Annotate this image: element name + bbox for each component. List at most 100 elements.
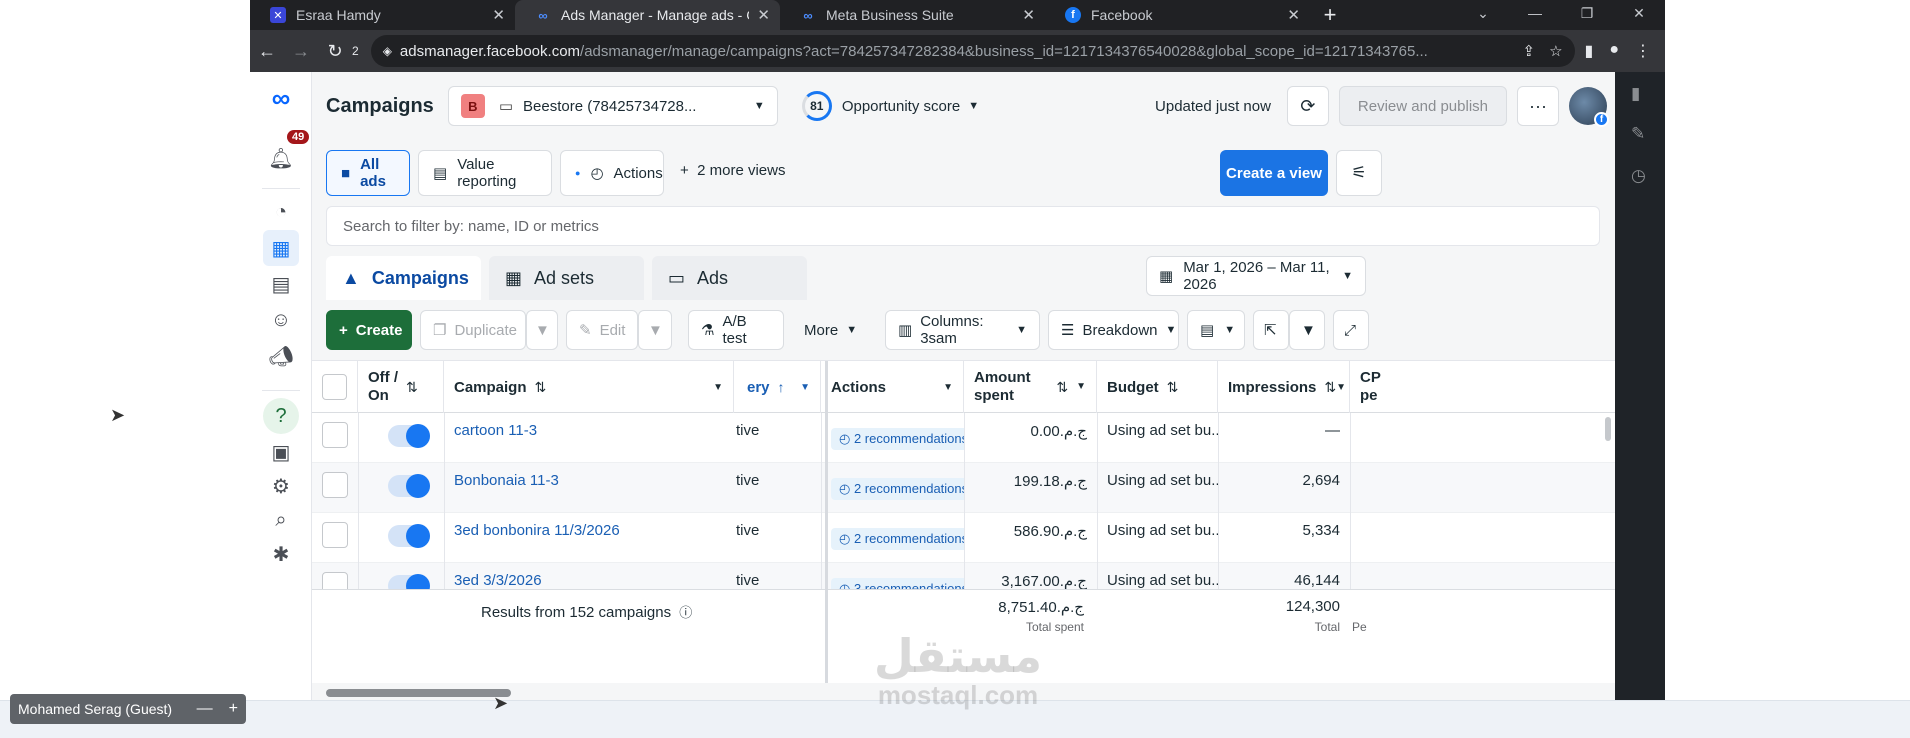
url-input[interactable]: ◈ adsmanager.facebook.com /adsmanager/ma… bbox=[370, 35, 1575, 67]
view-all-ads[interactable]: ■ All ads bbox=[326, 150, 410, 196]
campaign-name-link[interactable]: Bonbonaia 11-3 bbox=[444, 463, 734, 513]
help-icon[interactable]: ? bbox=[263, 398, 299, 434]
forward-icon[interactable]: → bbox=[284, 41, 318, 62]
more-options-button[interactable]: ··· bbox=[1517, 86, 1559, 126]
close-tab-icon[interactable]: ✕ bbox=[1022, 6, 1035, 24]
columns-dropdown[interactable]: ▥ Columns: 3sam ▼ bbox=[885, 310, 1040, 350]
recommendations-badge[interactable]: ◴ 2 recommendations bbox=[831, 428, 964, 450]
close-tab-icon[interactable]: ✕ bbox=[757, 6, 770, 24]
tab-search-icon[interactable]: ⌄ bbox=[1457, 0, 1509, 30]
new-tab-button[interactable]: + bbox=[1310, 0, 1350, 30]
ad-account-selector[interactable]: B ▭ Beestore (78425734728... ▼ bbox=[447, 86, 778, 126]
bug-report-icon[interactable]: ✱ bbox=[263, 536, 299, 572]
plus-icon[interactable]: + bbox=[229, 700, 238, 718]
header-cost-per[interactable]: CP pe bbox=[1350, 361, 1390, 413]
edit-dropdown[interactable]: ▼ bbox=[638, 310, 672, 350]
close-window-icon[interactable]: ✕ bbox=[1613, 0, 1665, 30]
bookmark-star-icon[interactable]: ☆ bbox=[1549, 42, 1562, 60]
restore-icon[interactable]: ❐ bbox=[1561, 0, 1613, 30]
charts-button[interactable]: ⤢ bbox=[1333, 310, 1369, 350]
tab-ads[interactable]: ▭ Ads bbox=[652, 256, 807, 300]
share-icon[interactable]: ⇪ bbox=[1522, 42, 1535, 60]
refresh-button[interactable]: ⟳ bbox=[1286, 86, 1329, 126]
header-off-on[interactable]: Off / On ⇅ bbox=[358, 361, 444, 413]
browser-menu-icon[interactable]: ⋮ bbox=[1635, 41, 1651, 61]
row-checkbox[interactable] bbox=[322, 472, 348, 498]
news-icon[interactable]: ▣ bbox=[263, 434, 299, 470]
export-button[interactable]: ⇱ bbox=[1253, 310, 1289, 350]
profile-icon[interactable]: ● bbox=[1609, 41, 1619, 61]
window-controls: ⌄ — ❐ ✕ bbox=[1457, 0, 1665, 30]
edit-button[interactable]: ✎ Edit bbox=[566, 310, 638, 350]
minimize-icon[interactable]: — bbox=[1509, 0, 1561, 30]
notifications-bell-icon[interactable]: 🔔︎ 49 bbox=[263, 130, 310, 176]
opportunity-score-dropdown[interactable]: 81 Opportunity score ▼ bbox=[801, 91, 979, 121]
meta-logo-icon[interactable]: ∞ bbox=[263, 80, 299, 116]
campaign-name-link[interactable]: 3ed bonbonira 11/3/2026 bbox=[444, 513, 734, 563]
search-filter-input[interactable]: Search to filter by: name, ID or metrics bbox=[326, 206, 1600, 246]
chevron-down-icon: ▼ bbox=[1342, 270, 1353, 282]
mouse-cursor-icon: ➤ bbox=[493, 693, 509, 713]
user-avatar[interactable]: f bbox=[1569, 87, 1609, 127]
browser-tab-ads-manager[interactable]: ∞ Ads Manager - Manage ads - Ca ✕ bbox=[515, 0, 780, 30]
duplicate-button[interactable]: ❐ Duplicate bbox=[420, 310, 526, 350]
date-range-picker[interactable]: ▦ Mar 1, 2026 – Mar 11, 2026 ▼ bbox=[1146, 256, 1366, 296]
browser-tab-esraa[interactable]: ✕ Esraa Hamdy ✕ bbox=[250, 0, 515, 30]
campaign-on-off-toggle[interactable] bbox=[388, 424, 430, 448]
header-budget[interactable]: Budget ⇅ bbox=[1097, 361, 1218, 413]
campaigns-table-icon[interactable]: ▦ bbox=[263, 230, 299, 266]
header-actions[interactable]: Actions ▼ bbox=[821, 361, 964, 413]
row-checkbox[interactable] bbox=[322, 422, 348, 448]
breakdown-dropdown[interactable]: ☰ Breakdown ▼ bbox=[1048, 310, 1179, 350]
campaign-name-link[interactable]: cartoon 11-3 bbox=[444, 413, 734, 463]
header-impressions[interactable]: Impressions ⇅ ▼ bbox=[1218, 361, 1350, 413]
minimize-icon[interactable]: — bbox=[197, 700, 213, 718]
history-clock-icon[interactable]: ◷ bbox=[1631, 166, 1646, 186]
horizontal-scrollbar[interactable] bbox=[326, 689, 511, 697]
campaign-on-off-toggle[interactable] bbox=[388, 474, 430, 498]
duplicate-dropdown[interactable]: ▼ bbox=[526, 310, 558, 350]
reports-dropdown[interactable]: ▤ ▼ bbox=[1187, 310, 1245, 350]
recommendations-badge[interactable]: ◴ 2 recommendations bbox=[831, 478, 964, 500]
pencil-icon[interactable]: ✎ bbox=[1631, 124, 1645, 144]
row-checkbox[interactable] bbox=[322, 522, 348, 548]
info-icon[interactable]: ⓘ bbox=[679, 605, 692, 620]
tab-ad-sets[interactable]: ▦ Ad sets bbox=[489, 256, 644, 300]
side-panel-icon[interactable]: ▮ bbox=[1585, 41, 1594, 61]
advertising-megaphone-icon[interactable]: 📣︎ bbox=[263, 338, 299, 374]
site-info-icon[interactable]: ◈ bbox=[383, 44, 392, 58]
reports-icon[interactable]: ▤ bbox=[263, 266, 299, 302]
more-dropdown[interactable]: More ▼ bbox=[792, 310, 876, 350]
dashboard-gauge-icon[interactable]: ◔ bbox=[263, 194, 299, 230]
search-icon[interactable]: ⌕ bbox=[263, 502, 299, 538]
close-tab-icon[interactable]: ✕ bbox=[1287, 6, 1300, 24]
vertical-scrollbar[interactable] bbox=[1605, 417, 1611, 441]
select-all-checkbox[interactable] bbox=[322, 374, 347, 400]
more-views-button[interactable]: + 2 more views bbox=[680, 162, 785, 179]
settings-gear-icon[interactable]: ⚙ bbox=[263, 468, 299, 504]
export-dropdown[interactable]: ▼ bbox=[1289, 310, 1325, 350]
recommendations-label: 2 recommendations bbox=[853, 531, 964, 546]
bar-chart-icon[interactable]: ▮ bbox=[1631, 84, 1640, 104]
back-icon[interactable]: ← bbox=[250, 41, 284, 62]
review-and-publish-button[interactable]: Review and publish bbox=[1338, 86, 1507, 126]
recommendations-badge[interactable]: ◴ 2 recommendations bbox=[831, 528, 964, 550]
tab-campaigns[interactable]: ▲ Campaigns bbox=[326, 256, 481, 300]
browser-tab-meta-business-suite[interactable]: ∞ Meta Business Suite ✕ bbox=[780, 0, 1045, 30]
create-view-button[interactable]: Create a view bbox=[1220, 150, 1328, 196]
browser-tab-facebook[interactable]: f Facebook ✕ bbox=[1045, 0, 1310, 30]
close-tab-icon[interactable]: ✕ bbox=[492, 6, 505, 24]
view-value-reporting[interactable]: ▤ Value reporting bbox=[418, 150, 552, 196]
audiences-icon[interactable]: ☺ bbox=[263, 302, 299, 338]
header-amount-spent[interactable]: Amount spent ⇅ ▼ bbox=[964, 361, 1097, 413]
header-delivery[interactable]: ery ↑ ▼ bbox=[737, 361, 821, 413]
view-actions[interactable]: ● ◴ Actions bbox=[560, 150, 664, 196]
campaign-on-off-toggle[interactable] bbox=[388, 524, 430, 548]
view-settings-button[interactable]: ⚟ bbox=[1336, 150, 1382, 196]
reload-icon[interactable]: ↻ bbox=[318, 41, 352, 62]
guest-profile-pill[interactable]: Mohamed Serag (Guest) — + bbox=[10, 694, 246, 724]
header-campaign[interactable]: Campaign ⇅ ▼ bbox=[444, 361, 734, 413]
create-button[interactable]: + Create bbox=[326, 310, 412, 350]
ab-test-button[interactable]: ⚗ A/B test bbox=[688, 310, 784, 350]
plus-icon: + bbox=[680, 162, 698, 179]
